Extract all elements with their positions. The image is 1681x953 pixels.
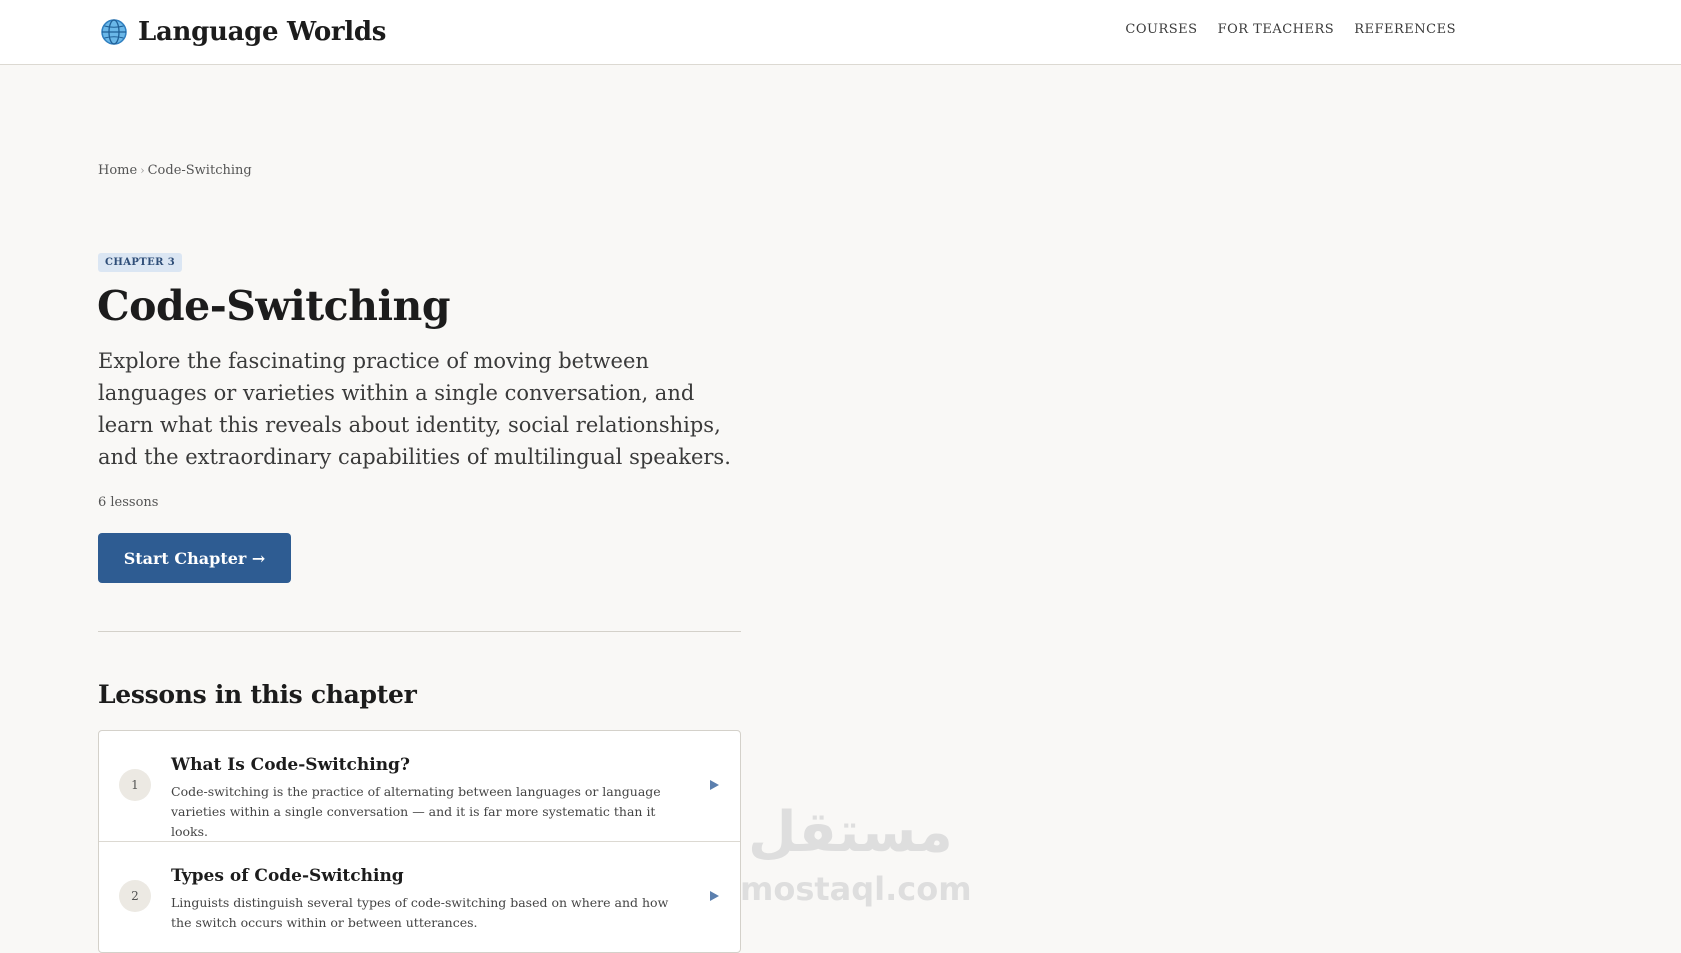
breadcrumb: Home › Code-Switching [98,163,252,178]
lesson-number: 2 [119,880,151,912]
main-nav: COURSES FOR TEACHERS REFERENCES [1125,22,1456,37]
section-divider [98,631,741,632]
page-title: Code-Switching [97,282,451,330]
start-chapter-button[interactable]: Start Chapter → [98,533,291,583]
nav-courses[interactable]: COURSES [1125,22,1197,37]
breadcrumb-separator: › [140,164,145,177]
nav-for-teachers[interactable]: FOR TEACHERS [1218,22,1335,37]
breadcrumb-current: Code-Switching [147,163,252,178]
nav-references[interactable]: REFERENCES [1354,22,1456,37]
lesson-title: Types of Code-Switching [171,866,404,886]
lesson-count: 6 lessons [98,495,159,510]
lesson-number: 1 [119,769,151,801]
lesson-item[interactable]: 2 Types of Code-Switching Linguists dist… [99,842,740,952]
breadcrumb-home[interactable]: Home [98,163,137,178]
lessons-list: 1 What Is Code-Switching? Code-switching… [98,730,741,953]
play-arrow-icon [710,780,719,790]
watermark-latin: mostaql.com [740,870,972,908]
watermark: مستقل mostaql.com [740,800,972,910]
chapter-intro: Explore the fascinating practice of movi… [98,349,731,469]
watermark-arabic: مستقل [748,800,953,865]
brand[interactable]: Language Worlds [100,17,386,47]
brand-name: Language Worlds [138,17,387,47]
globe-icon [101,19,127,45]
chapter-badge: CHAPTER 3 [98,253,183,272]
play-arrow-icon [710,891,719,901]
lessons-heading: Lessons in this chapter [98,680,417,709]
lesson-title: What Is Code-Switching? [171,755,410,775]
lesson-description: Code-switching is the practice of altern… [171,784,661,839]
site-header: Language Worlds COURSES FOR TEACHERS REF… [0,0,1681,65]
lesson-description: Linguists distinguish several types of c… [171,895,669,930]
lesson-item[interactable]: 1 What Is Code-Switching? Code-switching… [99,731,740,842]
